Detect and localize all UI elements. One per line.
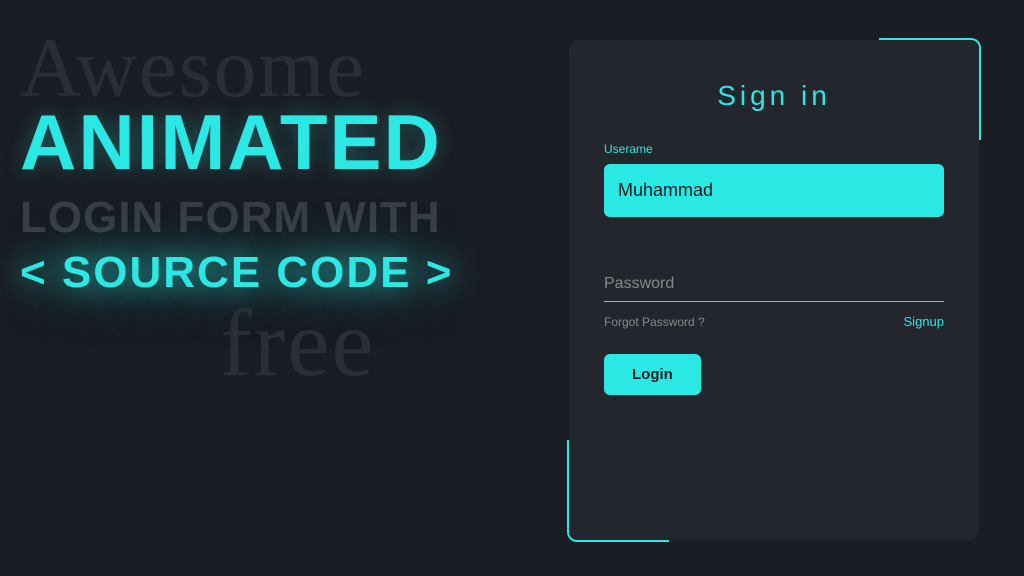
username-input[interactable] xyxy=(604,164,944,217)
username-label: Userame xyxy=(604,142,944,156)
forgot-password-link[interactable]: Forgot Password ? xyxy=(604,315,705,329)
signin-title: Sign in xyxy=(604,80,944,112)
animated-headline-text: ANIMATED xyxy=(20,97,520,188)
promo-text-section: Awesome ANIMATED LOGIN FORM WITH < SOURC… xyxy=(20,20,520,556)
password-field-group xyxy=(604,267,944,302)
login-button[interactable]: Login xyxy=(604,354,701,395)
password-input[interactable] xyxy=(604,267,944,302)
username-field-group: Userame xyxy=(604,142,944,267)
login-form-subtitle-text: LOGIN FORM WITH xyxy=(20,193,520,243)
free-decorative-text: free xyxy=(220,288,520,398)
signup-link[interactable]: Signup xyxy=(904,314,944,329)
awesome-decorative-text: Awesome xyxy=(20,30,520,107)
helper-links-row: Forgot Password ? Signup xyxy=(604,314,944,329)
signin-card: Sign in Userame Forgot Password ? Signup… xyxy=(569,40,979,540)
